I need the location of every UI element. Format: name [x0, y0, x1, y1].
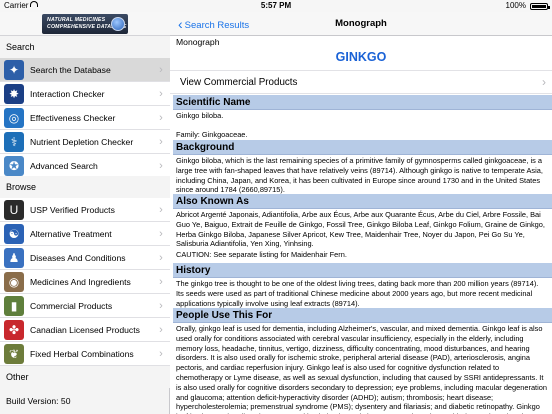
sidebar-item-search-the-database[interactable]: ✦ Search the Database › [0, 58, 170, 82]
sidebar-item-advanced-search[interactable]: ✪ Advanced Search › [0, 154, 170, 178]
chevron-right-icon: › [542, 75, 546, 89]
target-icon: ◎ [4, 107, 24, 128]
sidebar-item-interaction-checker[interactable]: ✸ Interaction Checker › [0, 82, 170, 106]
battery-icon [530, 3, 550, 10]
seal-icon: ✪ [4, 155, 24, 176]
chevron-right-icon: › [159, 135, 163, 148]
browse-section-header: Browse [0, 176, 170, 198]
sidebar-item-label: Fixed Herbal Combinations [30, 348, 134, 359]
sidebar-item-label: USP Verified Products [30, 204, 115, 215]
section-paragraph: Orally, ginkgo leaf is used for dementia… [176, 324, 547, 414]
section-paragraph: Ginkgo biloba. [176, 111, 224, 120]
sidebar-item-medicines-and-ingredients[interactable]: ◉ Medicines And Ingredients › [0, 270, 170, 294]
sidebar-item-label: Commercial Products [30, 300, 113, 311]
sidebar-item-effectiveness-checker[interactable]: ◎ Effectiveness Checker › [0, 106, 170, 130]
battery-percent: 100% [505, 1, 526, 10]
view-commercial-products-row[interactable]: View Commercial Products › [170, 70, 552, 94]
bottles-icon: ▮ [4, 295, 24, 316]
starburst-icon: ✸ [4, 83, 24, 104]
sidebar-item-fixed-herbal-combinations[interactable]: ❦ Fixed Herbal Combinations › [0, 342, 170, 366]
sidebar-item-label: Canadian Licensed Products [30, 324, 140, 335]
other-section-header: Other [0, 366, 170, 388]
chevron-right-icon: › [159, 323, 163, 336]
chevron-right-icon: › [159, 347, 163, 360]
section-paragraph: Ginkgo biloba, which is the last remaini… [176, 156, 543, 195]
monograph-content[interactable]: Monograph GINKGO View Commercial Product… [170, 36, 552, 414]
map-icon: ✦ [4, 59, 24, 80]
sidebar-item-label: Nutrient Depletion Checker [30, 136, 134, 147]
sidebar-item-label: Diseases And Conditions [30, 252, 126, 263]
section-header-background: Background [173, 140, 552, 155]
meditation-icon: ☯ [4, 223, 24, 244]
build-version: Build Version: 50 [6, 396, 71, 406]
section-header-scientific-name: Scientific Name [173, 95, 552, 110]
sidebar-item-commercial-products[interactable]: ▮ Commercial Products › [0, 294, 170, 318]
globe-icon [111, 17, 125, 31]
herbal-bowl-icon: ❦ [4, 343, 24, 364]
drug-name: GINKGO [335, 50, 387, 64]
logo-bar: NATURAL MEDICINES COMPREHENSIVE DATABASE [0, 12, 170, 36]
sidebar-item-label: Effectiveness Checker [30, 112, 116, 123]
search-section-header: Search [0, 36, 170, 58]
canada-flag-icon: ✤ [4, 319, 24, 340]
chevron-right-icon: › [159, 87, 163, 100]
section-header-people-use-this-for: People Use This For [173, 308, 552, 323]
sidebar-item-canadian-licensed-products[interactable]: ✤ Canadian Licensed Products › [0, 318, 170, 342]
chevron-right-icon: › [159, 203, 163, 216]
caduceus-icon: ⚕ [4, 131, 24, 152]
chevron-right-icon: › [159, 63, 163, 76]
usp-seal-icon: U [4, 199, 24, 220]
chevron-right-icon: › [159, 111, 163, 124]
sidebar-item-nutrient-depletion-checker[interactable]: ⚕ Nutrient Depletion Checker › [0, 130, 170, 154]
natural-medicines-logo: NATURAL MEDICINES COMPREHENSIVE DATABASE [42, 14, 128, 34]
sidebar-item-label: Interaction Checker [30, 88, 105, 99]
section-paragraph: CAUTION: See separate listing for Maiden… [176, 250, 347, 259]
chevron-right-icon: › [159, 227, 163, 240]
section-paragraph: Family: Ginkgoaceae. [176, 130, 248, 139]
sidebar-item-label: Alternative Treatment [30, 228, 112, 239]
chevron-right-icon: › [159, 159, 163, 172]
sidebar: NATURAL MEDICINES COMPREHENSIVE DATABASE… [0, 0, 170, 414]
back-button[interactable]: ‹ Search Results [178, 12, 249, 36]
monograph-label: Monograph [176, 37, 220, 47]
chevron-right-icon: › [159, 275, 163, 288]
sidebar-item-alternative-treatment[interactable]: ☯ Alternative Treatment › [0, 222, 170, 246]
chevron-left-icon: ‹ [178, 16, 183, 32]
section-paragraph: The ginkgo tree is thought to be one of … [176, 279, 539, 308]
section-header-history: History [173, 263, 552, 278]
status-time: 5:57 PM [260, 1, 292, 10]
status-bar: Carrier 5:57 PM 100% [0, 0, 552, 12]
sidebar-item-usp-verified-products[interactable]: U USP Verified Products › [0, 198, 170, 222]
sidebar-item-label: Search the Database [30, 64, 111, 75]
view-commercial-products-label: View Commercial Products [180, 76, 298, 88]
pills-icon: ◉ [4, 271, 24, 292]
section-paragraph: Abricot Argenté Japonais, Adiantifolia, … [176, 210, 545, 249]
sidebar-item-diseases-and-conditions[interactable]: ♟ Diseases And Conditions › [0, 246, 170, 270]
chevron-right-icon: › [159, 251, 163, 264]
chevron-right-icon: › [159, 299, 163, 312]
section-header-also-known-as: Also Known As [173, 194, 552, 209]
sidebar-item-label: Advanced Search [30, 160, 98, 171]
body-icon: ♟ [4, 247, 24, 268]
sidebar-item-label: Medicines And Ingredients [30, 276, 131, 287]
navigation-bar: ‹ Search Results Monograph [170, 12, 552, 36]
